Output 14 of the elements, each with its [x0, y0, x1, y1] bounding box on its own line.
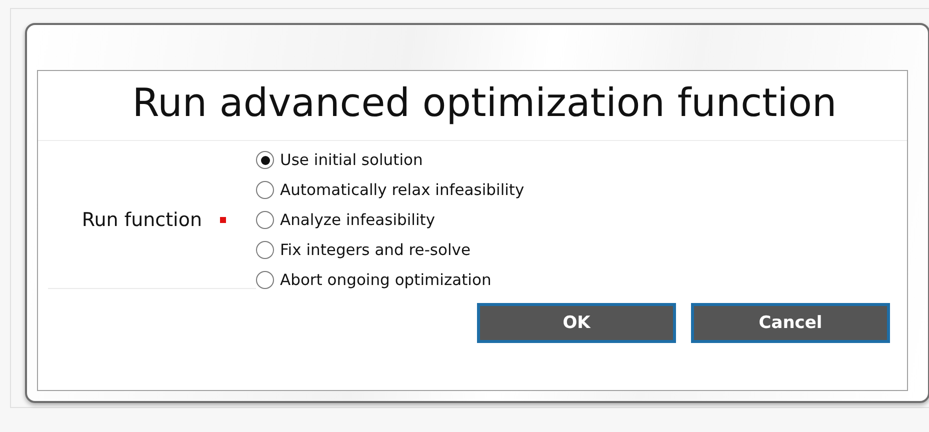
radio-button[interactable] — [256, 151, 274, 169]
radio-option[interactable]: Automatically relax infeasibility — [256, 181, 524, 199]
radio-option[interactable]: Abort ongoing optimization — [256, 271, 524, 289]
radio-button[interactable] — [256, 241, 274, 259]
radio-option[interactable]: Use initial solution — [256, 151, 524, 169]
field-label: Run function — [82, 208, 202, 230]
ok-button[interactable]: OK — [477, 303, 676, 343]
cancel-button[interactable]: Cancel — [691, 303, 890, 343]
radio-button[interactable] — [256, 181, 274, 199]
radio-option[interactable]: Fix integers and re-solve — [256, 241, 524, 259]
radio-button[interactable] — [256, 211, 274, 229]
radio-button[interactable] — [256, 271, 274, 289]
dialog-title: Run advanced optimization function — [38, 71, 907, 141]
radio-option[interactable]: Analyze infeasibility — [256, 211, 524, 229]
